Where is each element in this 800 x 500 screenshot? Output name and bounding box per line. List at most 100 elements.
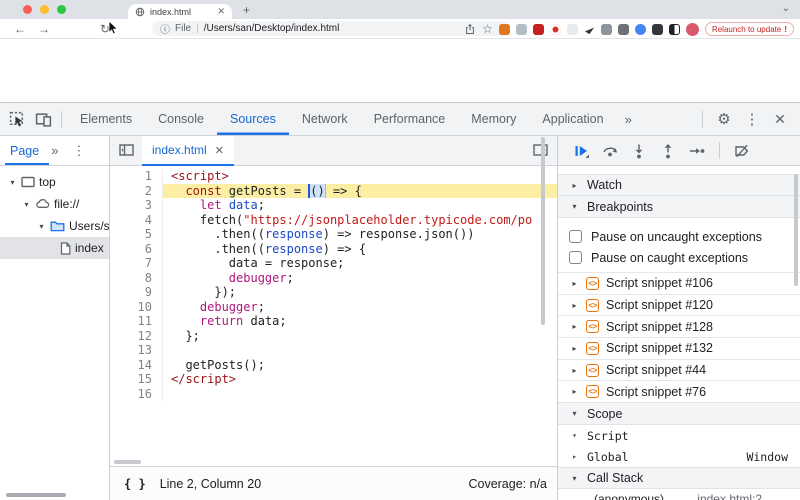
expander-icon[interactable]: ▸ [570,301,579,310]
resume-script-icon[interactable] [573,143,589,159]
expander-icon[interactable]: ▾ [8,178,17,187]
extension-icon[interactable] [651,23,663,35]
line-number[interactable]: 9 [110,285,162,300]
line-number[interactable]: 6 [110,242,162,257]
line-number[interactable]: 12 [110,329,162,344]
tab-performance[interactable]: Performance [361,103,459,135]
step-over-icon[interactable] [602,143,618,159]
tree-item-index-file[interactable]: index [0,237,109,259]
navigator-menu-kebab-icon[interactable]: ⋮ [72,143,85,159]
line-number[interactable]: 10 [110,300,162,315]
code-text[interactable] [162,386,557,401]
code-text[interactable]: </script> [162,372,557,387]
frame-location-link[interactable]: index.html:2 [697,492,800,500]
expander-icon[interactable]: ▸ [570,279,579,288]
tab-memory[interactable]: Memory [458,103,529,135]
line-number[interactable]: 15 [110,372,162,387]
section-breakpoints[interactable]: ▾ Breakpoints [558,196,800,218]
site-info-icon[interactable]: ⓘ [160,21,170,36]
script-snippet-group[interactable]: ▸ <> Script snippet #44 [558,360,800,382]
expander-icon[interactable]: ▾ [570,431,579,440]
expander-icon[interactable]: ▸ [570,181,579,190]
tab-page[interactable]: Page [10,144,39,158]
profile-avatar[interactable] [685,22,699,36]
devtools-menu-kebab-icon[interactable]: ⋮ [740,110,764,128]
line-number[interactable]: 7 [110,256,162,271]
section-watch[interactable]: ▸ Watch [558,174,800,196]
line-number[interactable]: 8 [110,271,162,286]
checkbox[interactable] [569,230,582,243]
call-stack-frame[interactable]: (anonymous) index.html:2 [558,489,800,500]
close-window-button[interactable] [23,5,32,14]
code-text[interactable] [162,343,557,358]
more-panels-button[interactable]: » [617,112,640,127]
section-scope[interactable]: ▾ Scope [558,403,800,426]
script-snippet-group[interactable]: ▸ <> Script snippet #106 [558,273,800,295]
collapse-navigator-icon[interactable] [118,142,135,163]
tab-console[interactable]: Console [145,103,217,135]
tab-sources[interactable]: Sources [217,103,289,135]
share-icon[interactable] [464,23,476,35]
extension-icon[interactable] [566,23,578,35]
deactivate-breakpoints-icon[interactable] [734,143,750,159]
code-text[interactable]: const getPosts = () => { [162,183,557,198]
inspect-element-icon[interactable] [4,106,30,132]
line-number[interactable]: 2 [110,184,162,199]
code-text[interactable]: debugger; [162,299,557,314]
editor-tab-index-html[interactable]: index.html ✕ [142,136,234,166]
back-button[interactable]: ← [14,21,26,37]
expander-icon[interactable]: ▾ [570,474,579,483]
script-snippet-group[interactable]: ▸ <> Script snippet #120 [558,295,800,317]
expander-icon[interactable]: ▾ [22,200,31,209]
scope-script-row[interactable]: ▾ Script [558,425,800,446]
step-into-icon[interactable] [631,143,647,159]
extension-icon[interactable] [549,23,561,35]
code-text[interactable]: <script> [162,169,557,184]
line-number[interactable]: 13 [110,343,162,358]
tab-network[interactable]: Network [289,103,361,135]
window-controls[interactable] [23,5,66,14]
code-text[interactable]: return data; [162,314,557,329]
code-text[interactable]: data = response; [162,256,557,271]
debugger-sidebar-scrollbar[interactable] [794,174,798,286]
expander-icon[interactable]: ▸ [570,366,579,375]
bookmark-star-icon[interactable]: ☆ [482,22,493,36]
scope-global-row[interactable]: ▸ Global Window [558,446,800,467]
code-text[interactable]: getPosts(); [162,357,557,372]
extension-icon[interactable] [668,23,680,35]
tab-search-chevron-icon[interactable]: ⌄ [782,3,790,14]
extension-icon[interactable] [498,23,510,35]
relaunch-to-update-button[interactable]: Relaunch to update ! [704,22,794,36]
extension-icon[interactable] [584,24,595,35]
extension-icon[interactable] [532,23,544,35]
tab-elements[interactable]: Elements [67,103,145,135]
devtools-close-icon[interactable]: ✕ [768,111,792,128]
settings-gear-icon[interactable]: ⚙ [712,110,736,128]
extension-icon[interactable] [600,23,612,35]
expander-icon[interactable]: ▸ [570,344,579,353]
step-out-icon[interactable] [660,143,676,159]
new-tab-button[interactable]: + [243,3,250,17]
script-snippet-group[interactable]: ▸ <> Script snippet #132 [558,338,800,360]
minimize-window-button[interactable] [40,5,49,14]
expander-icon[interactable]: ▸ [570,322,579,331]
tab-close-icon[interactable]: ✕ [217,7,225,16]
code-text[interactable]: let data; [162,198,557,213]
url-bar[interactable]: ⓘ File | /Users/san/Desktop/index.html [152,21,510,36]
navigator-more-tabs-button[interactable]: » [51,143,58,158]
line-number[interactable]: 3 [110,198,162,213]
tree-item-top[interactable]: ▾ top [0,171,109,193]
pretty-print-icon[interactable]: { } [124,477,146,491]
extension-icon[interactable] [515,23,527,35]
tree-item-users-folder[interactable]: ▾ Users/s [0,215,109,237]
line-number[interactable]: 14 [110,358,162,373]
line-number[interactable]: 16 [110,387,162,402]
script-snippet-group[interactable]: ▸ <> Script snippet #128 [558,316,800,339]
line-number[interactable]: 1 [110,169,162,184]
editor-horizontal-scrollbar[interactable] [114,460,141,464]
navigator-horizontal-scrollbar[interactable] [6,493,66,497]
tree-item-file-protocol[interactable]: ▾ file:// [0,193,109,215]
code-text[interactable]: fetch("https://jsonplaceholder.typicode.… [162,212,557,227]
expander-icon[interactable]: ▾ [570,409,579,418]
extension-icon[interactable] [617,23,629,35]
